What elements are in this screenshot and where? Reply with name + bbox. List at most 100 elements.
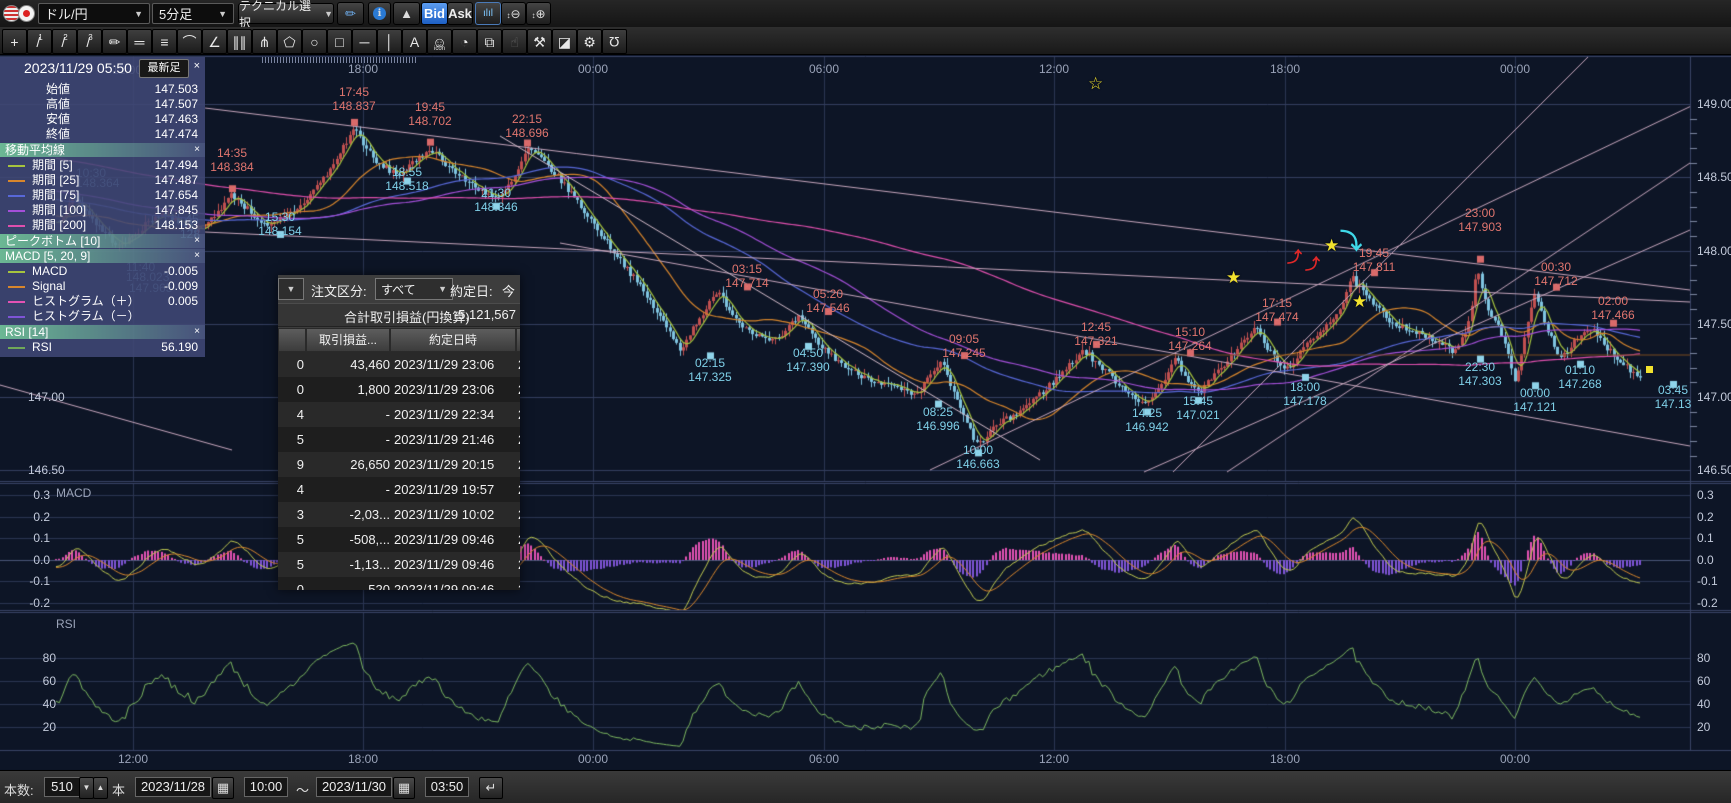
vline-tool[interactable]: │ (377, 29, 402, 54)
info-button[interactable]: ℹ (368, 2, 391, 25)
history-tool[interactable]: ◔ (452, 29, 477, 54)
series-swatch (8, 347, 25, 349)
table-header-cell[interactable]: 取引損益... (306, 328, 390, 352)
bar-count-input[interactable]: 510 (44, 777, 80, 797)
exec-datetime-cell: 2023/11/29 09:46 (394, 552, 516, 577)
table-row[interactable]: 4-2023/11/29 19:572023/1 (278, 477, 520, 502)
rectangle-tool[interactable]: □ (327, 29, 352, 54)
eraser-tool[interactable]: ◪ (552, 29, 577, 54)
date-to-input[interactable]: 2023/11/30 (316, 777, 392, 797)
fibonacci-arc-tool[interactable]: ⌒ (177, 29, 202, 54)
chart-style-button[interactable]: ılıl (475, 2, 501, 25)
exec-datetime-cell: 2023/11/29 10:02 (394, 502, 516, 527)
table-row[interactable]: 5-2023/11/29 21:462023/1 (278, 427, 520, 452)
circle-icon: ○ (310, 35, 318, 49)
icon-stamp-tool[interactable]: ☺icon (427, 29, 452, 54)
price-axis-label: 146.50 (1697, 463, 1731, 477)
ask-button[interactable]: Ask (447, 2, 473, 25)
time-axis-label: 12:00 (1032, 62, 1076, 76)
table-header-cell[interactable]: 約定日時 (390, 328, 516, 352)
hline-tool[interactable]: ─ (352, 29, 377, 54)
table-row[interactable]: 926,6502023/11/29 20:152023/1 (278, 452, 520, 477)
time-axis-label: 18:00 (1263, 752, 1307, 766)
fan-lines-tool[interactable]: ∠ (202, 29, 227, 54)
pitchfork-tool[interactable]: ⋔ (252, 29, 277, 54)
parallel-lines-tool[interactable]: ═ (127, 29, 152, 54)
close-icon[interactable]: × (194, 60, 200, 72)
indicator-value: -0.009 (164, 279, 198, 294)
text-tool[interactable]: A (402, 29, 427, 54)
pencil-icon: ✏ (109, 35, 121, 49)
count-up-button[interactable]: ▲ (93, 777, 108, 799)
trendline-1-tool[interactable]: /1 (27, 29, 52, 54)
count-down-button[interactable]: ▼ (79, 777, 94, 799)
series-swatch (8, 195, 25, 197)
peak-annotation: 17:45148.837 (322, 85, 386, 113)
magnet-tool[interactable]: Ω (602, 29, 627, 54)
table-row[interactable]: 5-508,...2023/11/29 09:462023/1 (278, 527, 520, 552)
current-candle-marker (1646, 366, 1653, 373)
zoom-out-button[interactable]: ↕⊖ (501, 2, 526, 25)
table-row[interactable]: 4-2023/11/29 22:342023/1 (278, 402, 520, 427)
time-to-input[interactable]: 03:50 (425, 777, 469, 797)
table-row[interactable]: 043,4602023/11/29 23:062023/1 (278, 352, 520, 377)
fibonacci-arc-icon: ⌒ (183, 35, 197, 49)
zoom-in-button[interactable]: ↕⊕ (526, 2, 551, 25)
table-row[interactable]: 01,8002023/11/29 23:062023/1 (278, 377, 520, 402)
table-row[interactable]: 3-2,03...2023/11/29 10:022023/1 (278, 502, 520, 527)
calendar-from-button[interactable]: ▦ (212, 777, 234, 799)
vertical-lines-tool[interactable]: ∥∥ (227, 29, 252, 54)
close-icon[interactable]: × (194, 234, 200, 248)
pnl-cell: 43,460 (306, 352, 390, 377)
series-swatch (8, 180, 25, 182)
price-fragment-cell: 4 (278, 402, 304, 427)
table-header-cell[interactable] (278, 328, 306, 352)
bid-button[interactable]: Bid (421, 2, 448, 25)
peak-annotation: 05:20147.546 (796, 287, 860, 315)
settings-tool[interactable]: ⚙ (577, 29, 602, 54)
order-type-select[interactable]: すべて ▼ (375, 278, 453, 300)
ohlc-value: 147.503 (155, 82, 198, 97)
ohlc-label: 高値 (46, 97, 70, 112)
range-slider[interactable] (262, 57, 418, 63)
draw-mode-button[interactable]: ✏ (337, 2, 364, 25)
area-chart-button[interactable]: ▲ (393, 2, 420, 25)
reset-range-button[interactable]: ↵ (479, 777, 503, 799)
total-pnl-label: 合計取引損益(円換算) (344, 307, 470, 326)
crosshair-tool[interactable]: + (2, 29, 27, 54)
peak-annotation: 22:15148.696 (495, 112, 559, 140)
circle-tool[interactable]: ○ (302, 29, 327, 54)
trendline-3-tool[interactable]: /3 (77, 29, 102, 54)
macd-axis-label: -0.2 (1697, 596, 1731, 610)
latest-candle-button[interactable]: 最新足 (139, 59, 189, 78)
indicator-value: 56.190 (161, 340, 198, 355)
date-from-input[interactable]: 2023/11/28 (135, 777, 211, 797)
close-icon[interactable]: × (194, 325, 200, 339)
table-row[interactable]: 5-1,13...2023/11/29 09:462023/1 (278, 552, 520, 577)
time-axis-label: 00:00 (1493, 62, 1537, 76)
close-icon[interactable]: × (194, 143, 200, 157)
exec-datetime-cell: 2023/11/29 23:06 (394, 352, 516, 377)
order-type-label: 注文区分: (311, 281, 367, 300)
pentagon-tool[interactable]: ⬠ (277, 29, 302, 54)
rsi-axis-label: 60 (32, 674, 56, 688)
calendar-to-button[interactable]: ▦ (393, 777, 415, 799)
caret-up-icon: ▲ (97, 783, 105, 792)
order-datetime-cell: 2023 (518, 577, 520, 590)
clipped-dropdown[interactable]: ▼ (278, 278, 304, 300)
table-header-cell[interactable]: 注文日時 (516, 328, 520, 352)
pencil-tool[interactable]: ✏ (102, 29, 127, 54)
copy-tool[interactable]: ⧉ (477, 29, 502, 54)
trendline-2-tool[interactable]: /2 (52, 29, 77, 54)
chart-canvas[interactable] (0, 0, 1731, 803)
timeframe-select[interactable]: 5分足 ▼ (152, 3, 234, 24)
multi-lines-tool[interactable]: ≡ (152, 29, 177, 54)
time-from-input[interactable]: 10:00 (244, 777, 288, 797)
table-row[interactable]: 05202023/11/29 09:462023 (278, 577, 520, 590)
ohlc-value: 147.463 (155, 112, 198, 127)
technical-select-button[interactable]: テクニカル選択 ▼ (238, 3, 334, 24)
wrench-tool[interactable]: ⚒ (527, 29, 552, 54)
close-icon[interactable]: × (194, 249, 200, 263)
symbol-select[interactable]: ドル/円 ▼ (38, 3, 150, 24)
zoom-out-icon: ↕⊖ (506, 7, 520, 21)
